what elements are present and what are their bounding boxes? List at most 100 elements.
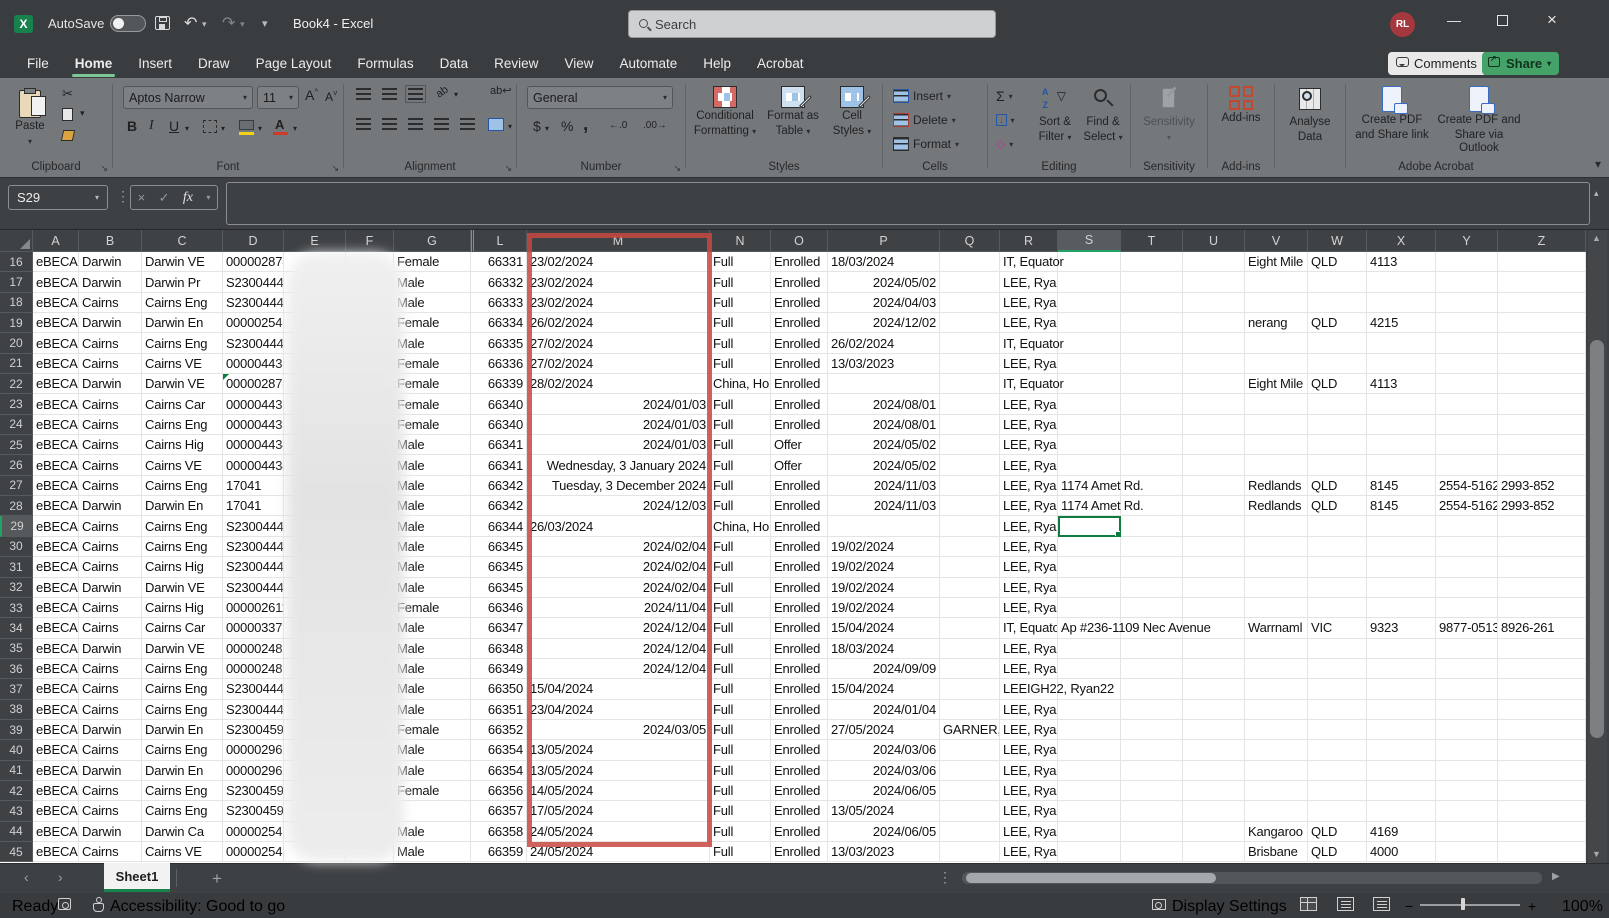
cell-Z37[interactable]: [1498, 679, 1586, 699]
cell-S19[interactable]: [1058, 313, 1121, 333]
cell-G41[interactable]: Male: [394, 761, 471, 781]
cell-M42[interactable]: 14/05/2024: [527, 781, 710, 801]
cell-R24[interactable]: LEE, Ryan: [1000, 415, 1058, 435]
cell-D20[interactable]: S23004442: [223, 333, 284, 353]
cell-D16[interactable]: 000002878: [223, 252, 284, 272]
cell-U35[interactable]: [1183, 639, 1245, 659]
delete-cells-button[interactable]: Delete▾: [893, 111, 956, 129]
cell-C16[interactable]: Darwin VE: [142, 252, 223, 272]
cell-D34[interactable]: 000003379: [223, 618, 284, 638]
cell-M36[interactable]: 2024/12/04: [527, 659, 710, 679]
cell-V37[interactable]: [1245, 679, 1308, 699]
cell-Q18[interactable]: [940, 293, 1000, 313]
cell-Q29[interactable]: [940, 516, 1000, 536]
cell-A38[interactable]: eBECAS La: [33, 700, 79, 720]
cell-D27[interactable]: 17041: [223, 476, 284, 496]
cell-E41[interactable]: [284, 761, 346, 781]
cell-F25[interactable]: [346, 435, 394, 455]
cell-A26[interactable]: eBECAS La: [33, 455, 79, 475]
cell-Z28[interactable]: 2993-852: [1498, 496, 1586, 516]
maximize-button[interactable]: [1480, 0, 1524, 40]
cell-G34[interactable]: Male: [394, 618, 471, 638]
cell-A18[interactable]: eBECAS La: [33, 293, 79, 313]
cell-L27[interactable]: 66342: [471, 476, 527, 496]
cell-E43[interactable]: [284, 801, 346, 821]
shrink-font-button[interactable]: A˅: [325, 89, 338, 104]
cell-V25[interactable]: [1245, 435, 1308, 455]
cell-B37[interactable]: Cairns: [79, 679, 142, 699]
cell-Q16[interactable]: [940, 252, 1000, 272]
cell-F36[interactable]: [346, 659, 394, 679]
row-header-21[interactable]: 21: [0, 354, 33, 374]
copy-dropdown-icon[interactable]: ▾: [80, 108, 85, 119]
cell-S25[interactable]: [1058, 435, 1121, 455]
cell-P43[interactable]: 13/05/2024: [828, 801, 940, 821]
cell-B42[interactable]: Cairns: [79, 781, 142, 801]
cell-G30[interactable]: Male: [394, 537, 471, 557]
merge-dropdown-icon[interactable]: ▾: [508, 122, 512, 131]
cell-B30[interactable]: Cairns: [79, 537, 142, 557]
clipboard-dialog-launcher-icon[interactable]: ↘: [100, 163, 108, 174]
cell-T41[interactable]: [1121, 761, 1183, 781]
cell-F32[interactable]: [346, 578, 394, 598]
cell-O20[interactable]: Enrolled: [771, 333, 828, 353]
cell-F38[interactable]: [346, 700, 394, 720]
cell-M29[interactable]: 26/03/2024: [527, 516, 710, 536]
cell-N22[interactable]: China, Ho: [710, 374, 771, 394]
fill-color-icon[interactable]: [239, 120, 254, 130]
cell-Y42[interactable]: [1436, 781, 1498, 801]
ribbon-tab-formulas[interactable]: Formulas: [344, 48, 426, 78]
cell-T20[interactable]: [1121, 333, 1183, 353]
cell-B27[interactable]: Cairns: [79, 476, 142, 496]
cell-M43[interactable]: 17/05/2024: [527, 801, 710, 821]
cell-X44[interactable]: 4169: [1367, 822, 1436, 842]
cell-S42[interactable]: [1058, 781, 1121, 801]
analyse-data-button[interactable]: AnalyseData: [1281, 80, 1339, 144]
cell-W42[interactable]: [1308, 781, 1367, 801]
cell-P16[interactable]: 18/03/2024: [828, 252, 940, 272]
cell-N24[interactable]: Full: [710, 415, 771, 435]
cell-W23[interactable]: [1308, 394, 1367, 414]
cell-M37[interactable]: 15/04/2024: [527, 679, 710, 699]
cell-P17[interactable]: 2024/05/02: [828, 272, 940, 292]
cell-T32[interactable]: [1121, 578, 1183, 598]
cell-T38[interactable]: [1121, 700, 1183, 720]
redo-dropdown-icon[interactable]: ▾: [240, 19, 245, 30]
cell-Z29[interactable]: [1498, 516, 1586, 536]
currency-dropdown-icon[interactable]: ▾: [545, 124, 549, 133]
cell-C29[interactable]: Cairns Eng: [142, 516, 223, 536]
cell-Y41[interactable]: [1436, 761, 1498, 781]
cell-Y24[interactable]: [1436, 415, 1498, 435]
cell-Q19[interactable]: [940, 313, 1000, 333]
cell-X26[interactable]: [1367, 455, 1436, 475]
cell-Z23[interactable]: [1498, 394, 1586, 414]
sheet-tab-sheet1[interactable]: Sheet1: [104, 863, 170, 892]
row-header-17[interactable]: 17: [0, 272, 33, 292]
cell-C24[interactable]: Cairns Eng: [142, 415, 223, 435]
cell-V19[interactable]: nerang: [1245, 313, 1308, 333]
cell-X18[interactable]: [1367, 293, 1436, 313]
cell-Y39[interactable]: [1436, 720, 1498, 740]
align-left-icon[interactable]: [356, 118, 371, 130]
collapse-ribbon-icon[interactable]: ▾: [1595, 157, 1601, 171]
cell-G38[interactable]: Male: [394, 700, 471, 720]
cell-E22[interactable]: [284, 374, 346, 394]
cell-X38[interactable]: [1367, 700, 1436, 720]
cell-R30[interactable]: LEE, Ryan: [1000, 537, 1058, 557]
alignment-dialog-launcher-icon[interactable]: ↘: [504, 163, 512, 174]
cell-O17[interactable]: Enrolled: [771, 272, 828, 292]
cell-X42[interactable]: [1367, 781, 1436, 801]
cell-N17[interactable]: Full: [710, 272, 771, 292]
format-painter-icon[interactable]: [61, 130, 75, 141]
cell-Z38[interactable]: [1498, 700, 1586, 720]
cell-N16[interactable]: Full: [710, 252, 771, 272]
cell-O36[interactable]: Enrolled: [771, 659, 828, 679]
cell-L37[interactable]: 66350: [471, 679, 527, 699]
cell-P32[interactable]: 19/02/2024: [828, 578, 940, 598]
cell-U31[interactable]: [1183, 557, 1245, 577]
select-all-corner[interactable]: [0, 230, 33, 252]
cell-F28[interactable]: [346, 496, 394, 516]
cell-A29[interactable]: eBECAS La: [33, 516, 79, 536]
cell-W21[interactable]: [1308, 354, 1367, 374]
cell-B31[interactable]: Cairns: [79, 557, 142, 577]
